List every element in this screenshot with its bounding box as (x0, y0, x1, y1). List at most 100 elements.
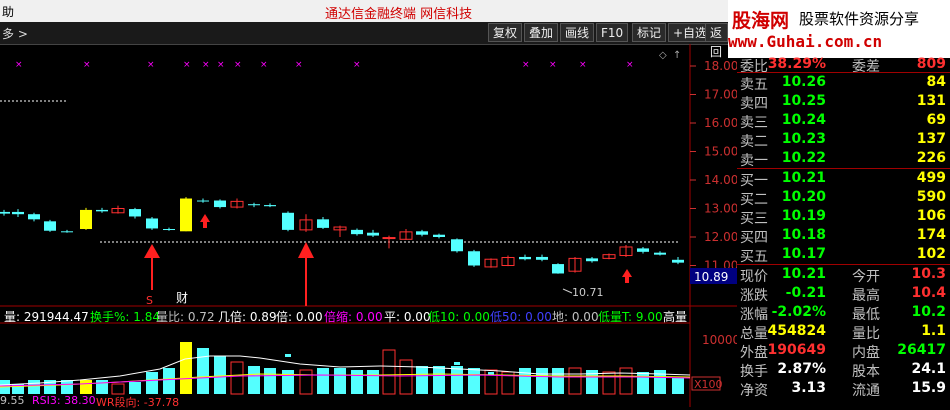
price-tick: 14.00 (704, 173, 737, 187)
quote-row-qty: 137 (916, 131, 946, 147)
volume-bar (367, 370, 379, 394)
quote-row-label: 卖二 (740, 134, 768, 150)
signal-x-marker: × (217, 60, 225, 70)
stat-value-1: -2.02% (771, 304, 826, 320)
stat-value-2: 15.9 (911, 380, 946, 396)
logo-brand: 股海网 (732, 10, 790, 32)
weibi-label: 委比 (740, 59, 768, 75)
stat-label-1: 涨跌 (740, 288, 768, 304)
stat-value-2: 24.1 (911, 361, 946, 377)
quote-row-price: 10.22 (781, 150, 826, 166)
quote-stat-row: 涨跌 -0.21 最高 10.4 (737, 285, 950, 304)
stat-value-1: 2.87% (777, 361, 826, 377)
signal-x-marker: × (147, 60, 155, 70)
ind-bei: 倍: 0.00 (276, 310, 323, 324)
signal-x-marker: × (202, 60, 210, 70)
candle-body (416, 231, 428, 235)
candle-body (80, 209, 92, 230)
price-axis: 18.0017.0016.0015.0014.0013.0012.0011.00 (690, 59, 737, 273)
f10-button[interactable]: F10 (596, 23, 629, 42)
quote-row-price: 10.25 (781, 93, 826, 109)
stat-label-1: 涨幅 (740, 307, 768, 323)
quote-stat-row: 涨幅 -2.02% 最低 10.2 (737, 304, 950, 323)
price-tick: 18.00 (704, 59, 737, 73)
volume-bar (197, 348, 209, 394)
quote-row-price: 10.24 (781, 112, 826, 128)
stat-value-2: 10.3 (911, 266, 946, 282)
volume-bar-up (602, 371, 616, 395)
quote-row: 买一 10.21 499 (737, 170, 950, 189)
back-button[interactable]: 返回 (705, 23, 728, 59)
volume-bar (163, 368, 175, 394)
signal-x-marker: × (183, 60, 191, 70)
stat-label-1: 总量 (740, 326, 768, 342)
signal-x-marker: × (522, 60, 530, 70)
volume-bar (468, 368, 480, 394)
volume-bar (96, 380, 108, 394)
candle-body (28, 214, 40, 220)
candle-body (451, 239, 463, 252)
stat-label-1: 外盘 (740, 345, 768, 361)
current-price-value: 10.89 (694, 270, 728, 284)
buy-arrow-1 (144, 244, 160, 290)
quote-row-label: 买二 (740, 192, 768, 208)
overlay-button[interactable]: 叠加 (524, 23, 559, 42)
quote-row-qty: 102 (916, 246, 946, 262)
stat-label-2: 今开 (852, 269, 880, 285)
quote-row-label: 卖一 (740, 153, 768, 169)
weicha-value: 809 (916, 56, 946, 72)
quote-row-qty: 499 (916, 170, 946, 186)
ind-di: 地: 0.00 (552, 310, 599, 324)
mark-button[interactable]: 标记 (632, 23, 667, 42)
volume-bar (672, 378, 684, 394)
signal-x-marker: × (549, 60, 557, 70)
stat-value-2: 1.1 (921, 323, 946, 339)
candle-body (146, 218, 158, 229)
stat-value-1: 454824 (767, 323, 826, 339)
quote-row-qty: 226 (916, 150, 946, 166)
low-price-label: 10.71 (572, 286, 604, 299)
volume-bar (248, 366, 260, 394)
stat-label-2: 量比 (852, 326, 880, 342)
price-tick: 12.00 (704, 230, 737, 244)
quote-row: 卖五 10.26 84 (737, 74, 950, 93)
weicha-label: 委差 (852, 59, 880, 75)
candlestick-series (0, 197, 684, 274)
volume-bar (264, 368, 276, 394)
volume-bar (28, 380, 40, 394)
quote-row: 卖四 10.25 131 (737, 93, 950, 112)
ind-vol: 量: 291944.47 (4, 310, 89, 324)
volume-bar (416, 366, 428, 394)
candle-body (552, 264, 564, 274)
bot-value: 9.55 (0, 394, 25, 407)
signal-x-marker: × (234, 60, 242, 70)
period-selector[interactable]: 多 > (2, 25, 28, 42)
signal-x-marker: × (579, 60, 587, 70)
ind-ping: 平: 0.00 (384, 310, 431, 324)
stat-label-2: 最高 (852, 288, 880, 304)
volume-bar (519, 368, 531, 394)
quote-row-qty: 106 (916, 208, 946, 224)
s-marker: S (146, 294, 153, 307)
signal-x-marker: × (260, 60, 268, 70)
small-arrow-1 (200, 214, 210, 228)
quote-row: 卖二 10.23 137 (737, 131, 950, 150)
quote-stat-row: 换手 2.87% 股本 24.1 (737, 361, 950, 380)
candle-body (672, 259, 684, 263)
quote-stat-row: 净资 3.13 流通 15.9 (737, 380, 950, 399)
restore-rights-button[interactable]: 复权 (488, 23, 523, 42)
volume-bar (80, 380, 92, 394)
volume-unit-label: X100 (694, 378, 723, 391)
candle-body (367, 232, 379, 236)
ind-turnover: 换手%: 1.84 (90, 310, 160, 324)
kline-chart[interactable]: ◇ ↑ 18.00 17.00 16.00 15.00 14.00 13.00 12.00 1… (0, 44, 737, 407)
candle-body (654, 252, 666, 255)
app-menu-help[interactable]: 助 (2, 3, 14, 20)
candle-body (351, 229, 363, 235)
candle-body (12, 211, 24, 215)
stat-label-2: 最低 (852, 307, 880, 323)
volume-bar-up (399, 359, 413, 395)
draw-line-button[interactable]: 画线 (560, 23, 595, 42)
volume-bar-up (568, 367, 582, 395)
bot-rsi: RSI3: 38.30 (32, 394, 96, 407)
